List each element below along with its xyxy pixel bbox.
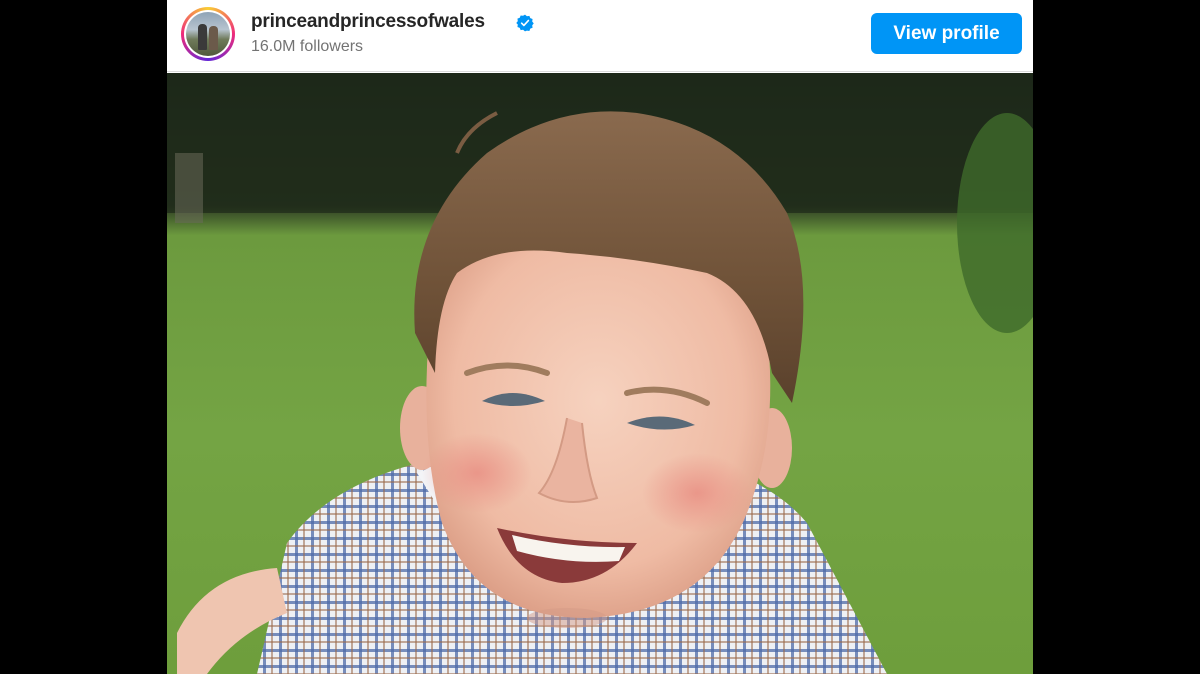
profile-avatar[interactable] — [181, 7, 235, 61]
post-image — [167, 73, 1033, 674]
post-photo[interactable] — [167, 73, 1033, 674]
instagram-embed: princeandprincessofwales 16.0M followers… — [167, 0, 1033, 674]
verified-badge-icon — [516, 14, 534, 32]
view-profile-button[interactable]: View profile — [871, 13, 1022, 54]
username-link[interactable]: princeandprincessofwales — [251, 11, 485, 33]
avatar-image — [186, 12, 230, 56]
post-header: princeandprincessofwales 16.0M followers… — [167, 0, 1033, 72]
follower-count: 16.0M followers — [251, 38, 364, 55]
